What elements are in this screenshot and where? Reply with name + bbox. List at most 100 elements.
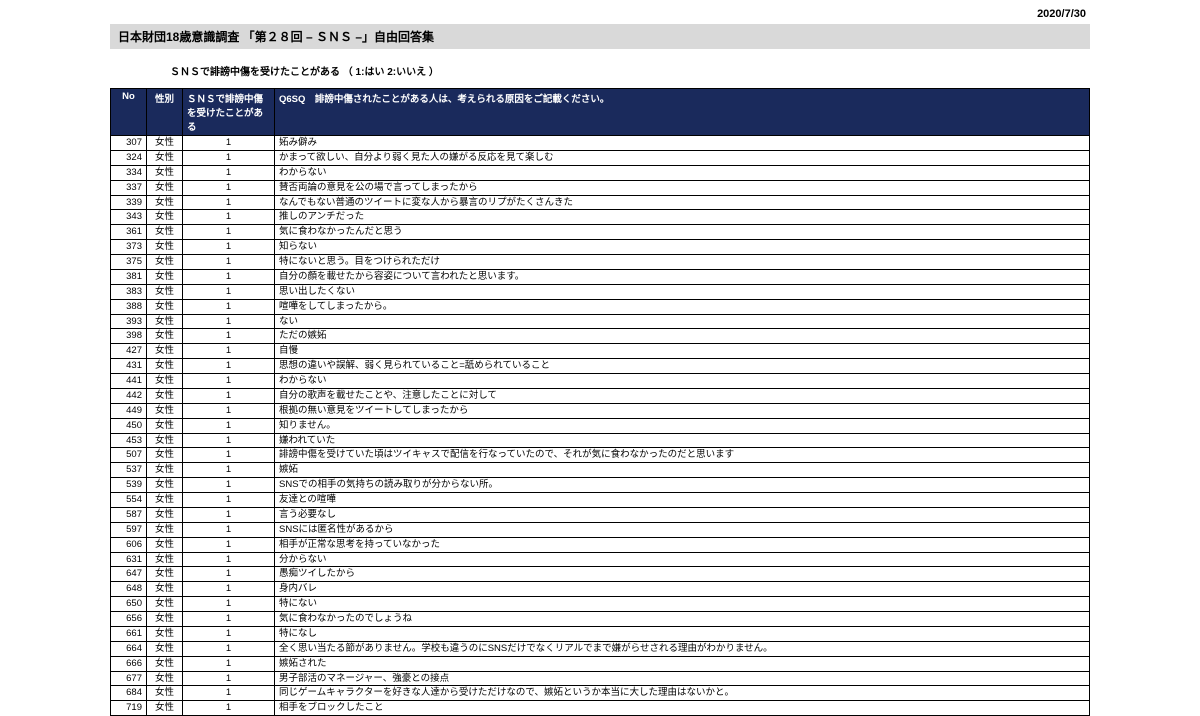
- cell-exp: 1: [183, 418, 275, 433]
- cell-reason: 男子部活のマネージャー、強豪との接点: [275, 671, 1090, 686]
- table-row: 388女性1喧嘩をしてしまったから。: [111, 299, 1090, 314]
- cell-no: 449: [111, 403, 147, 418]
- cell-reason: 同じゲームキャラクターを好きな人達から受けただけなので、嫉妬というか本当に大した…: [275, 686, 1090, 701]
- cell-exp: 1: [183, 656, 275, 671]
- col-sex: 性別: [147, 89, 183, 136]
- cell-sex: 女性: [147, 656, 183, 671]
- cell-sex: 女性: [147, 388, 183, 403]
- table-row: 373女性1知らない: [111, 240, 1090, 255]
- cell-no: 677: [111, 671, 147, 686]
- cell-exp: 1: [183, 507, 275, 522]
- cell-exp: 1: [183, 552, 275, 567]
- cell-exp: 1: [183, 240, 275, 255]
- cell-no: 664: [111, 641, 147, 656]
- cell-reason: 知らない: [275, 240, 1090, 255]
- cell-reason: わからない: [275, 374, 1090, 389]
- cell-no: 587: [111, 507, 147, 522]
- question-subtitle: ＳＮＳで誹謗中傷を受けたことがある （ 1:はい 2:いいえ ）: [170, 63, 1090, 78]
- cell-reason: かまって欲しい、自分より弱く見た人の嫌がる反応を見て楽しむ: [275, 150, 1090, 165]
- cell-sex: 女性: [147, 552, 183, 567]
- cell-reason: 友達との喧嘩: [275, 493, 1090, 508]
- cell-reason: 自分の顔を載せたから容姿について言われたと思います。: [275, 269, 1090, 284]
- cell-exp: 1: [183, 299, 275, 314]
- table-row: 650女性1特にない: [111, 597, 1090, 612]
- cell-sex: 女性: [147, 314, 183, 329]
- table-row: 537女性1嫉妬: [111, 463, 1090, 478]
- cell-sex: 女性: [147, 626, 183, 641]
- cell-exp: 1: [183, 463, 275, 478]
- cell-exp: 1: [183, 671, 275, 686]
- table-row: 337女性1賛否両論の意見を公の場で言ってしまったから: [111, 180, 1090, 195]
- cell-sex: 女性: [147, 522, 183, 537]
- table-row: 656女性1気に食わなかったのでしょうね: [111, 612, 1090, 627]
- cell-reason: 相手をブロックしたこと: [275, 701, 1090, 716]
- cell-no: 441: [111, 374, 147, 389]
- cell-sex: 女性: [147, 493, 183, 508]
- cell-exp: 1: [183, 701, 275, 716]
- cell-exp: 1: [183, 582, 275, 597]
- table-row: 597女性1SNSには匿名性があるから: [111, 522, 1090, 537]
- cell-sex: 女性: [147, 269, 183, 284]
- cell-no: 684: [111, 686, 147, 701]
- table-row: 383女性1思い出したくない: [111, 284, 1090, 299]
- cell-reason: 根拠の無い意見をツイートしてしまったから: [275, 403, 1090, 418]
- cell-exp: 1: [183, 136, 275, 151]
- cell-reason: SNSには匿名性があるから: [275, 522, 1090, 537]
- cell-exp: 1: [183, 626, 275, 641]
- cell-no: 450: [111, 418, 147, 433]
- cell-no: 537: [111, 463, 147, 478]
- cell-exp: 1: [183, 433, 275, 448]
- cell-exp: 1: [183, 180, 275, 195]
- table-row: 431女性1思想の違いや誤解、弱く見られていること=舐められていること: [111, 359, 1090, 374]
- cell-no: 666: [111, 656, 147, 671]
- cell-sex: 女性: [147, 686, 183, 701]
- cell-exp: 1: [183, 195, 275, 210]
- table-row: 442女性1自分の歌声を載せたことや、注意したことに対して: [111, 388, 1090, 403]
- cell-reason: 嫌われていた: [275, 433, 1090, 448]
- table-row: 427女性1自慢: [111, 344, 1090, 359]
- cell-sex: 女性: [147, 612, 183, 627]
- cell-exp: 1: [183, 641, 275, 656]
- cell-no: 631: [111, 552, 147, 567]
- table-row: 307女性1妬み僻み: [111, 136, 1090, 151]
- cell-no: 661: [111, 626, 147, 641]
- table-row: 441女性1わからない: [111, 374, 1090, 389]
- cell-sex: 女性: [147, 359, 183, 374]
- cell-no: 343: [111, 210, 147, 225]
- cell-no: 650: [111, 597, 147, 612]
- cell-exp: 1: [183, 493, 275, 508]
- cell-reason: わからない: [275, 165, 1090, 180]
- cell-no: 597: [111, 522, 147, 537]
- cell-reason: ただの嫉妬: [275, 329, 1090, 344]
- cell-no: 381: [111, 269, 147, 284]
- table-row: 647女性1愚痴ツイしたから: [111, 567, 1090, 582]
- cell-reason: 推しのアンチだった: [275, 210, 1090, 225]
- cell-exp: 1: [183, 403, 275, 418]
- cell-exp: 1: [183, 344, 275, 359]
- table-row: 677女性1男子部活のマネージャー、強豪との接点: [111, 671, 1090, 686]
- cell-reason: 嫉妬: [275, 463, 1090, 478]
- cell-exp: 1: [183, 255, 275, 270]
- cell-sex: 女性: [147, 433, 183, 448]
- cell-sex: 女性: [147, 418, 183, 433]
- cell-no: 606: [111, 537, 147, 552]
- cell-exp: 1: [183, 537, 275, 552]
- cell-exp: 1: [183, 225, 275, 240]
- cell-exp: 1: [183, 359, 275, 374]
- table-row: 324女性1かまって欲しい、自分より弱く見た人の嫌がる反応を見て楽しむ: [111, 150, 1090, 165]
- cell-exp: 1: [183, 686, 275, 701]
- cell-sex: 女性: [147, 567, 183, 582]
- table-row: 449女性1根拠の無い意見をツイートしてしまったから: [111, 403, 1090, 418]
- table-row: 554女性1友達との喧嘩: [111, 493, 1090, 508]
- cell-exp: 1: [183, 612, 275, 627]
- table-row: 334女性1わからない: [111, 165, 1090, 180]
- cell-sex: 女性: [147, 329, 183, 344]
- table-row: 631女性1分からない: [111, 552, 1090, 567]
- cell-reason: 愚痴ツイしたから: [275, 567, 1090, 582]
- table-row: 664女性1全く思い当たる節がありません。学校も違うのにSNSだけでなくリアルで…: [111, 641, 1090, 656]
- cell-exp: 1: [183, 165, 275, 180]
- cell-sex: 女性: [147, 344, 183, 359]
- cell-no: 539: [111, 478, 147, 493]
- cell-exp: 1: [183, 269, 275, 284]
- document-title: 日本財団18歳意識調査 「第２８回 – ＳＮＳ –」自由回答集: [110, 24, 1090, 49]
